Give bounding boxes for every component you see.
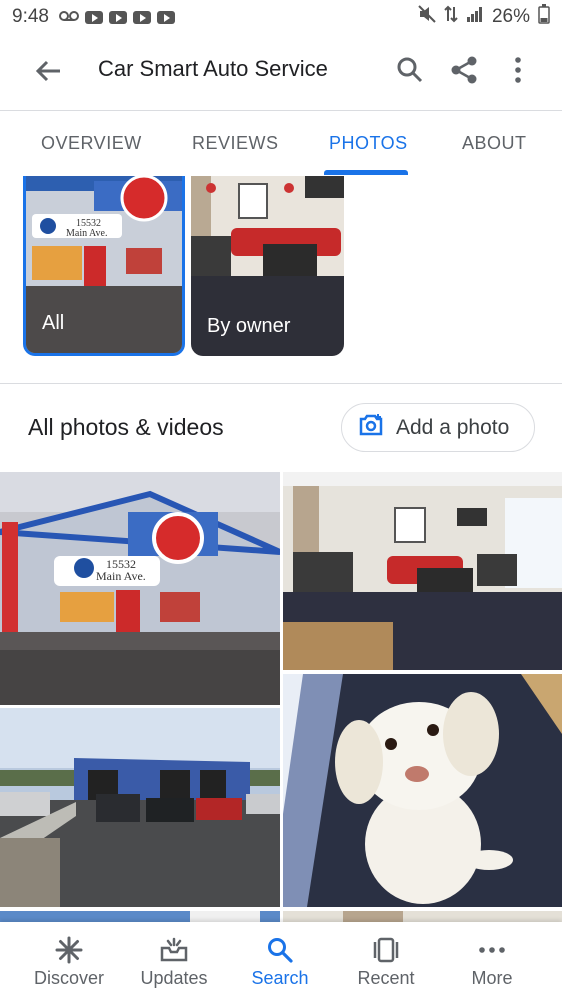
photo-partial[interactable]	[283, 910, 562, 922]
svg-text:Main Ave.: Main Ave.	[66, 228, 107, 239]
tab-bar: OVERVIEW REVIEWS PHOTOS ABOUT	[0, 111, 562, 176]
album-label: All	[42, 312, 65, 334]
overflow-menu-icon[interactable]	[506, 54, 530, 86]
section-title: All photos & videos	[28, 414, 224, 440]
tab-photos[interactable]: PHOTOS	[329, 133, 408, 154]
status-time: 9:48	[12, 6, 49, 27]
tab-about[interactable]: ABOUT	[462, 133, 527, 154]
nav-recent[interactable]: Recent	[330, 922, 442, 1000]
add-photo-label: Add a photo	[396, 415, 510, 439]
album-all[interactable]: 15532 Main Ave. All	[23, 176, 185, 356]
album-label: By owner	[207, 315, 291, 337]
nav-label: Discover	[33, 968, 104, 988]
back-arrow-icon[interactable]	[32, 56, 66, 86]
photo-waiting-room[interactable]	[283, 472, 562, 670]
nav-label: Recent	[357, 968, 415, 988]
search-icon	[268, 938, 293, 963]
status-bar: 9:48 26%	[0, 0, 562, 34]
youtube-notification-icon	[84, 10, 103, 24]
data-transfer-icon	[444, 5, 458, 29]
nav-updates[interactable]: Updates	[118, 922, 230, 1000]
nav-label: More	[471, 968, 513, 988]
tab-reviews[interactable]: REVIEWS	[192, 133, 279, 154]
youtube-notification-icon	[108, 10, 127, 24]
battery-icon	[538, 4, 550, 30]
nav-discover[interactable]: Discover	[13, 922, 125, 1000]
search-icon[interactable]	[394, 54, 426, 86]
voicemail-icon	[58, 6, 79, 28]
more-dots-icon	[479, 947, 505, 953]
photo-partial[interactable]	[0, 910, 280, 922]
add-photo-button[interactable]: Add a photo	[341, 403, 535, 452]
page-title: Car Smart Auto Service	[98, 56, 328, 81]
mute-icon	[418, 5, 436, 29]
nav-search[interactable]: Search	[224, 922, 336, 1000]
divider	[0, 383, 562, 384]
photo-storefront[interactable]: 15532 Main Ave.	[0, 472, 280, 705]
nav-more[interactable]: More	[436, 922, 548, 1000]
app-bar: Car Smart Auto Service	[0, 34, 562, 110]
nav-label: Search	[251, 968, 309, 988]
bottom-navigation: Discover Updates Search Recent More	[0, 922, 562, 1000]
svg-text:Main Ave.: Main Ave.	[96, 569, 146, 583]
tab-overview[interactable]: OVERVIEW	[41, 133, 142, 154]
battery-level: 26%	[491, 6, 530, 27]
youtube-notification-icon	[132, 10, 151, 24]
photo-dog[interactable]	[283, 674, 562, 907]
photo-parking-lot[interactable]	[0, 708, 280, 907]
youtube-notification-icon	[156, 10, 175, 24]
recent-cards-icon	[373, 937, 399, 963]
updates-tray-icon	[160, 937, 188, 962]
nav-label: Updates	[140, 968, 208, 988]
add-photo-icon	[358, 413, 384, 442]
share-icon[interactable]	[448, 54, 480, 86]
album-by-owner[interactable]: By owner	[191, 176, 344, 356]
active-tab-indicator	[324, 170, 408, 175]
signal-icon	[466, 6, 484, 28]
asterisk-icon	[55, 936, 83, 964]
